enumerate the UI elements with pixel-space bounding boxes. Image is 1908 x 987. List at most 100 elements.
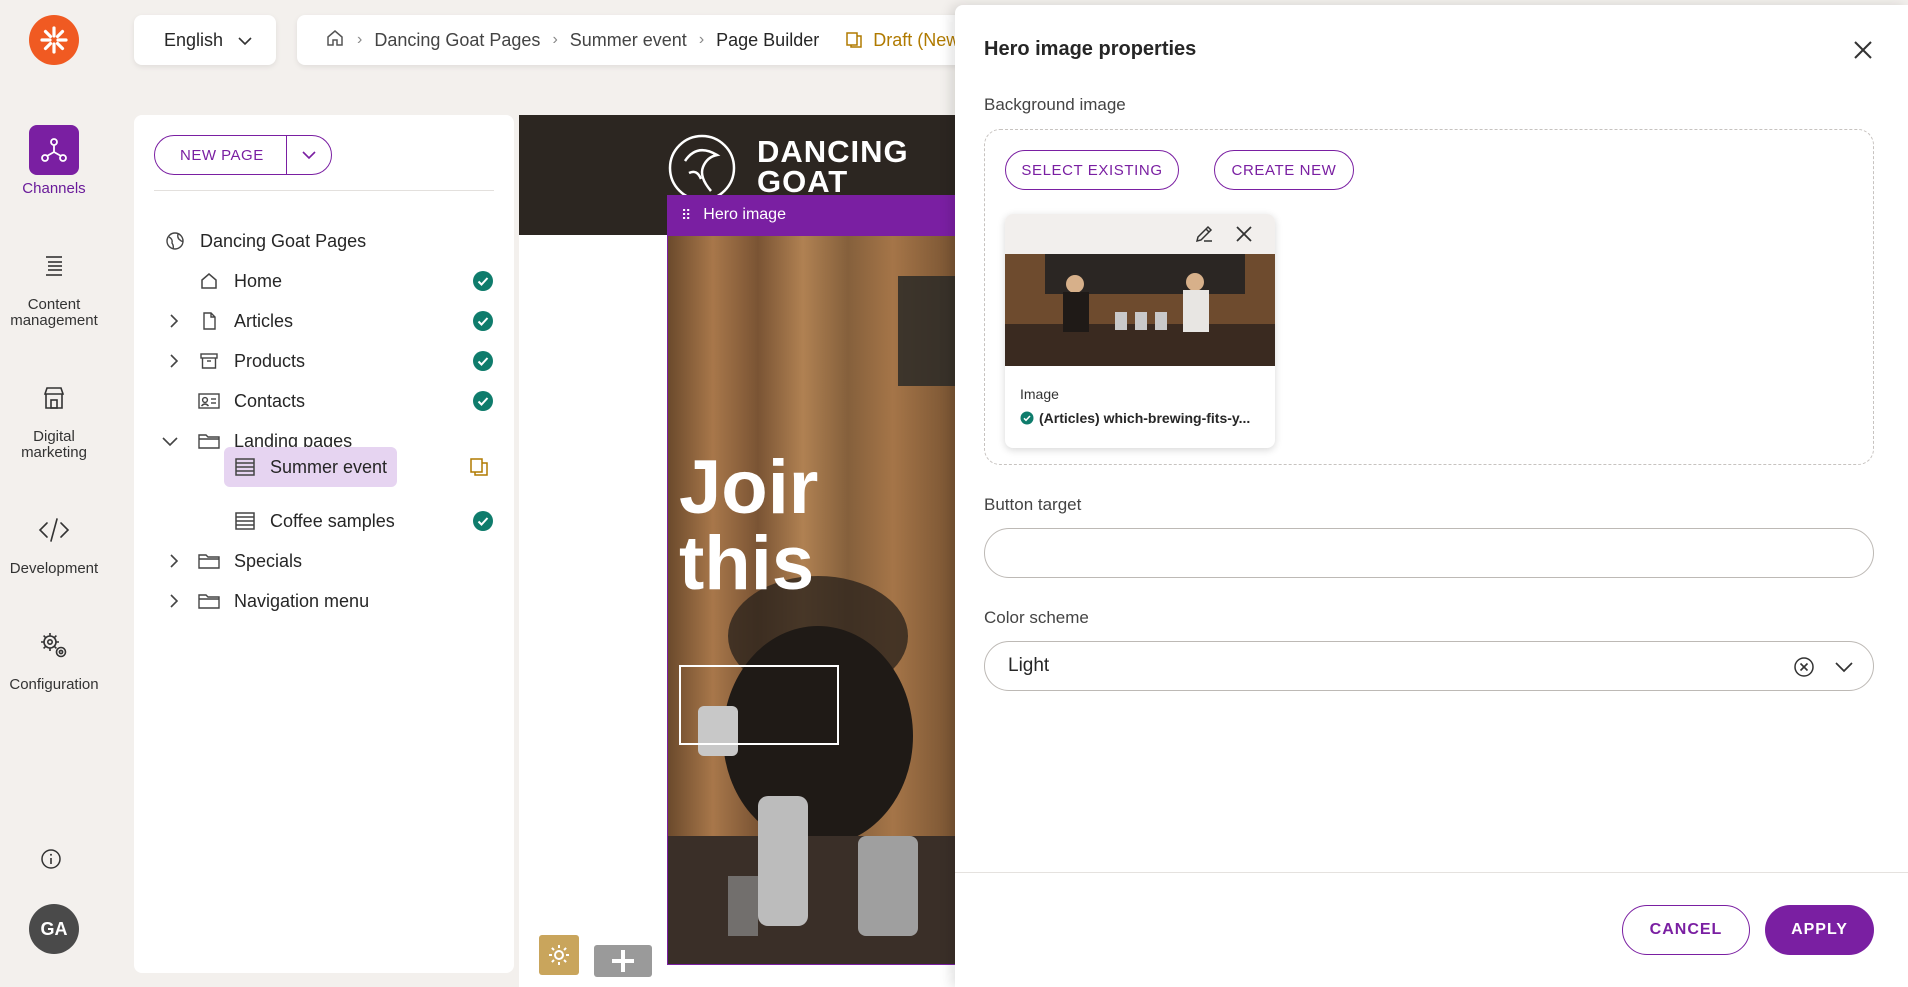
properties-dialog: Hero image properties Background image S… — [955, 5, 1908, 987]
tree-item-summer-event[interactable]: Summer event — [224, 447, 398, 487]
home-icon[interactable] — [325, 28, 345, 53]
content-management-icon — [29, 241, 79, 291]
rail-item-channels[interactable]: Channels — [0, 125, 108, 197]
tree-item-contacts[interactable]: Contacts — [198, 385, 494, 417]
folder-icon — [198, 590, 220, 612]
asterisk-logo-icon — [40, 26, 68, 54]
widget-header[interactable]: ⠿ Hero image — [667, 195, 959, 235]
tree-item-home[interactable]: Home — [198, 265, 494, 297]
breadcrumb-current: Page Builder — [716, 29, 820, 50]
code-icon — [29, 505, 79, 555]
tree-item-label: Articles — [234, 310, 294, 331]
button-target-input[interactable] — [984, 528, 1874, 578]
tree-item-label: Navigation menu — [234, 590, 370, 611]
gears-icon — [29, 621, 79, 671]
new-page-dropdown[interactable] — [287, 136, 331, 174]
chevron-down-icon[interactable] — [1833, 656, 1855, 678]
gear-icon — [549, 945, 569, 965]
published-check-icon — [472, 350, 494, 372]
color-scheme-label: Color scheme — [984, 608, 1089, 627]
contact-card-icon — [198, 390, 220, 412]
tree-item-label: Summer event — [270, 456, 388, 477]
published-check-icon — [472, 390, 494, 412]
new-page-button[interactable]: NEW PAGE — [155, 136, 287, 174]
rail-item-label: Development — [9, 560, 99, 577]
published-check-icon — [472, 270, 494, 292]
page-builder-canvas: DANCING GOAT ⠿ Hero image Joir this — [519, 115, 959, 987]
published-check-icon — [472, 310, 494, 332]
breadcrumb-item[interactable]: Summer event — [570, 30, 687, 51]
asset-thumbnail[interactable] — [1005, 254, 1275, 366]
kentico-logo[interactable] — [29, 15, 79, 65]
close-icon — [1854, 41, 1872, 59]
rail-item-content-management[interactable]: Content management — [0, 241, 108, 329]
asset-name-text: (Articles) which-brewing-fits-y... — [1039, 410, 1251, 426]
new-page-split-button: NEW PAGE — [154, 135, 332, 175]
layout-icon — [234, 510, 256, 532]
content-tree-panel: NEW PAGE Dancing Goat Pages Home Article… — [134, 115, 514, 973]
chevron-down-icon — [302, 151, 316, 160]
chevron-right-icon[interactable] — [164, 311, 184, 331]
dialog-title: Hero image properties — [984, 38, 1197, 60]
language-label: English — [164, 29, 224, 50]
edit-icon[interactable] — [1192, 222, 1216, 246]
remove-icon[interactable] — [1232, 222, 1256, 246]
rail-item-label: Channels — [22, 180, 86, 197]
tree-item-label: Contacts — [234, 390, 306, 411]
hero-cta-button[interactable] — [679, 665, 839, 745]
chevron-right-icon: › — [698, 31, 705, 48]
folder-icon — [198, 550, 220, 572]
hero-heading: Joir this — [679, 450, 818, 602]
apply-button[interactable]: APPLY — [1765, 905, 1874, 955]
create-new-button[interactable]: CREATE NEW — [1214, 150, 1354, 190]
tree-item-label: Specials — [234, 550, 303, 571]
rail-item-digital-marketing[interactable]: Digital marketing — [0, 373, 108, 461]
tree-item-products[interactable]: Products — [170, 345, 494, 377]
info-icon[interactable] — [40, 848, 62, 870]
rail-item-development[interactable]: Development — [0, 505, 108, 577]
chevron-right-icon: › — [357, 31, 363, 48]
chevron-down-icon[interactable] — [160, 431, 180, 451]
language-selector[interactable]: English — [134, 15, 276, 65]
tree-root[interactable]: Dancing Goat Pages — [164, 225, 366, 257]
chevron-right-icon: › — [552, 31, 558, 48]
cancel-button[interactable]: CANCEL — [1622, 905, 1750, 955]
navigation-rail: Channels Content management Digital mark… — [0, 0, 108, 987]
hero-heading-line: this — [679, 521, 815, 606]
background-image-label: Background image — [984, 95, 1126, 114]
rail-item-configuration[interactable]: Configuration — [0, 621, 108, 693]
chevron-right-icon[interactable] — [164, 351, 184, 371]
select-existing-button[interactable]: SELECT EXISTING — [1005, 150, 1179, 190]
tree-item-label: Coffee samples — [270, 510, 395, 531]
folder-icon — [198, 430, 220, 452]
chevron-right-icon[interactable] — [164, 591, 184, 611]
clear-icon[interactable] — [1793, 656, 1815, 678]
widget-title: Hero image — [703, 206, 786, 223]
draft-version-icon — [846, 32, 862, 48]
drag-handle-icon[interactable]: ⠿ — [681, 207, 691, 224]
chevron-right-icon[interactable] — [164, 551, 184, 571]
add-section-button[interactable] — [594, 945, 652, 977]
user-avatar[interactable]: GA — [29, 904, 79, 954]
close-button[interactable] — [1850, 37, 1876, 63]
home-icon — [198, 270, 220, 292]
asset-type-label: Image — [1020, 386, 1059, 402]
tree-item-navigation-menu[interactable]: Navigation menu — [170, 585, 370, 617]
draft-version-icon — [468, 456, 490, 478]
tree-item-specials[interactable]: Specials — [170, 545, 303, 577]
layout-icon — [234, 456, 256, 478]
asset-toolbar — [1005, 214, 1275, 254]
tree-item-coffee-samples[interactable]: Coffee samples — [234, 505, 494, 537]
published-check-icon — [1020, 411, 1034, 425]
rail-item-label: Digital marketing — [21, 428, 87, 461]
breadcrumb-item[interactable]: Dancing Goat Pages — [374, 30, 540, 51]
digital-marketing-icon — [29, 373, 79, 423]
tree-item-articles[interactable]: Articles — [170, 305, 494, 337]
tree-item-label: Home — [234, 270, 283, 291]
channels-icon — [29, 125, 79, 175]
section-settings-button[interactable] — [539, 935, 579, 975]
color-scheme-select[interactable]: Light — [984, 641, 1874, 691]
tree-item-label: Products — [234, 350, 306, 371]
file-icon — [198, 310, 220, 332]
button-target-label: Button target — [984, 495, 1082, 514]
